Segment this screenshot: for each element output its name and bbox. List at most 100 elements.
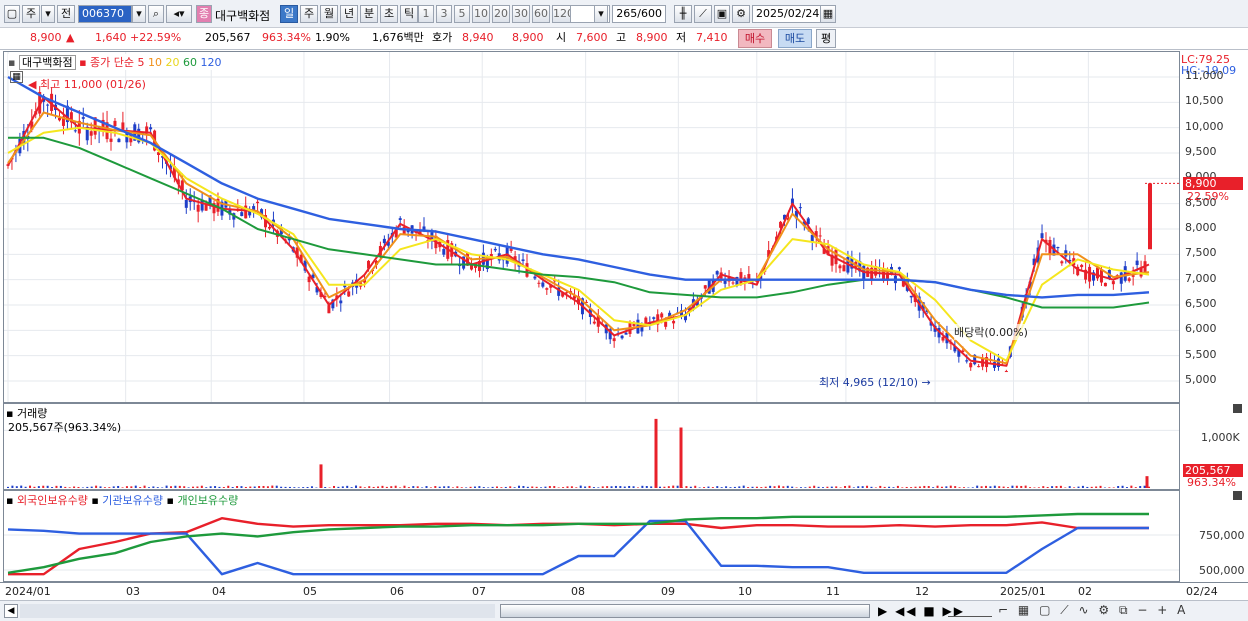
x-axis-label: 08 bbox=[571, 585, 585, 598]
x-axis-label: 10 bbox=[738, 585, 752, 598]
volume-bar bbox=[892, 487, 895, 488]
draw-tool-icon[interactable]: ⟋ bbox=[694, 5, 712, 23]
legend-ma-60: 60 bbox=[183, 56, 198, 69]
volume-bar bbox=[412, 486, 415, 488]
market-dropdown-icon[interactable]: ▾ bbox=[41, 5, 55, 23]
save-icon[interactable]: ▣ bbox=[714, 5, 730, 23]
wave-icon[interactable]: ∿ bbox=[1078, 603, 1091, 617]
eval-button[interactable]: 평 bbox=[816, 29, 836, 48]
period-button[interactable]: 분 bbox=[360, 5, 378, 23]
volume-bar bbox=[989, 486, 992, 488]
scroll-left-icon[interactable]: ◀ bbox=[4, 604, 18, 618]
volume-bar bbox=[125, 486, 128, 488]
play-icon[interactable]: ▶ bbox=[878, 604, 889, 618]
volume-bar bbox=[1125, 487, 1128, 488]
volume-bar bbox=[152, 486, 155, 488]
candle-body bbox=[89, 131, 93, 136]
panel-close-icon[interactable] bbox=[1233, 404, 1242, 413]
volume-bar bbox=[760, 487, 763, 488]
scroll-thumb[interactable] bbox=[500, 604, 870, 618]
count-field[interactable]: 265/600 bbox=[612, 5, 666, 23]
box-icon[interactable]: ▢ bbox=[1039, 603, 1053, 617]
search-icon[interactable]: ⌕ bbox=[148, 5, 164, 23]
volume-chart[interactable] bbox=[4, 404, 1179, 489]
period-button[interactable]: 주 bbox=[300, 5, 318, 23]
volume-bar bbox=[1073, 487, 1076, 488]
legend-bullet-icon: ▪ bbox=[166, 494, 174, 507]
holding-line bbox=[7, 519, 1149, 576]
date-input[interactable]: 2025/02/24 bbox=[752, 5, 822, 23]
trend-icon[interactable]: ⟋ bbox=[1060, 603, 1071, 617]
volume-bar bbox=[910, 487, 913, 488]
period-button[interactable]: 초 bbox=[380, 5, 398, 23]
x-axis-label: 2024/01 bbox=[5, 585, 51, 598]
volume-bar bbox=[879, 485, 882, 488]
low-label: 저 bbox=[676, 31, 687, 44]
candle-body bbox=[703, 285, 707, 289]
volume-bar bbox=[222, 487, 225, 488]
price-chart[interactable] bbox=[4, 52, 1179, 402]
volume-bar bbox=[95, 485, 98, 488]
interval-button[interactable]: 10 bbox=[472, 5, 490, 23]
type-select[interactable]: 전 bbox=[57, 5, 75, 23]
zoom-out-icon[interactable]: − bbox=[1137, 603, 1150, 617]
interval-button[interactable]: 1 bbox=[418, 5, 434, 23]
volume-bar bbox=[121, 487, 124, 488]
volume-bar bbox=[99, 486, 102, 488]
sell-button[interactable]: 매도 bbox=[778, 29, 812, 48]
scroll-bar: ◀ ▶ ◀◀ ■ ▶▶ ⌐ ▦ ▢ ⟋ ∿ ⚙ ⧉ − + A bbox=[0, 600, 1248, 621]
volume-bar bbox=[253, 486, 256, 488]
current-price-tag: 8,900 bbox=[1183, 177, 1243, 190]
volume-bar bbox=[130, 486, 133, 488]
stop-icon[interactable]: ■ bbox=[923, 604, 936, 618]
candle-body bbox=[1004, 371, 1008, 373]
scroll-track[interactable] bbox=[20, 604, 495, 618]
font-size-icon[interactable]: A bbox=[1177, 603, 1188, 617]
volume-bar bbox=[205, 487, 208, 488]
volume-bar bbox=[711, 487, 714, 488]
stock-code-input[interactable]: 006370 bbox=[78, 5, 132, 23]
rewind-icon[interactable]: ◀◀ bbox=[895, 604, 917, 618]
copy-icon[interactable]: ⧉ bbox=[1119, 603, 1131, 617]
buy-button[interactable]: 매수 bbox=[738, 29, 772, 48]
period-button[interactable]: 일 bbox=[280, 5, 298, 23]
volume-bar bbox=[874, 487, 877, 488]
interval-button[interactable]: 60 bbox=[532, 5, 550, 23]
market-select[interactable]: 주 bbox=[22, 5, 40, 23]
zoom-slider[interactable] bbox=[948, 605, 992, 617]
volume-bar bbox=[544, 486, 547, 488]
sound-icon[interactable]: ◂▾ bbox=[166, 5, 192, 23]
interval-button[interactable]: 20 bbox=[492, 5, 510, 23]
volume-bar bbox=[703, 487, 706, 488]
x-axis-label: 2025/01 bbox=[1000, 585, 1046, 598]
period-button[interactable]: 틱 bbox=[400, 5, 418, 23]
table-icon[interactable]: ▦ bbox=[10, 71, 23, 83]
interval-button[interactable]: 3 bbox=[436, 5, 452, 23]
code-dropdown-icon[interactable]: ▾ bbox=[132, 5, 146, 23]
gear-icon[interactable]: ⚙ bbox=[732, 5, 750, 23]
volume-bar bbox=[636, 487, 639, 488]
grid-icon[interactable]: ▦ bbox=[1018, 603, 1032, 617]
volume-bar bbox=[742, 485, 745, 488]
volume-bar bbox=[817, 486, 820, 488]
price-axis-tick: 7,500 bbox=[1185, 246, 1217, 260]
panel-close-icon[interactable] bbox=[1233, 491, 1242, 500]
volume-bar bbox=[1064, 487, 1067, 488]
settings-icon[interactable]: ⚙ bbox=[1098, 603, 1112, 617]
period-button[interactable]: 년 bbox=[340, 5, 358, 23]
window-menu-icon[interactable]: ▢ bbox=[4, 5, 20, 23]
volume-bar bbox=[857, 486, 860, 488]
interval-button[interactable]: 30 bbox=[512, 5, 530, 23]
zoom-in-icon[interactable]: + bbox=[1157, 603, 1170, 617]
volume-bar bbox=[218, 486, 221, 488]
candle-type-icon[interactable]: ╫ bbox=[674, 5, 692, 23]
calendar-icon[interactable]: ▦ bbox=[820, 5, 836, 23]
volume-bar bbox=[346, 485, 349, 488]
period-button[interactable]: 월 bbox=[320, 5, 338, 23]
candle-body bbox=[592, 321, 596, 324]
interval-button[interactable]: 5 bbox=[454, 5, 470, 23]
line-tool-icon[interactable]: ⌐ bbox=[998, 603, 1011, 617]
volume-bar bbox=[337, 486, 340, 488]
volume-bar bbox=[183, 486, 186, 488]
interval-dropdown-icon[interactable]: ▾ bbox=[594, 5, 608, 23]
